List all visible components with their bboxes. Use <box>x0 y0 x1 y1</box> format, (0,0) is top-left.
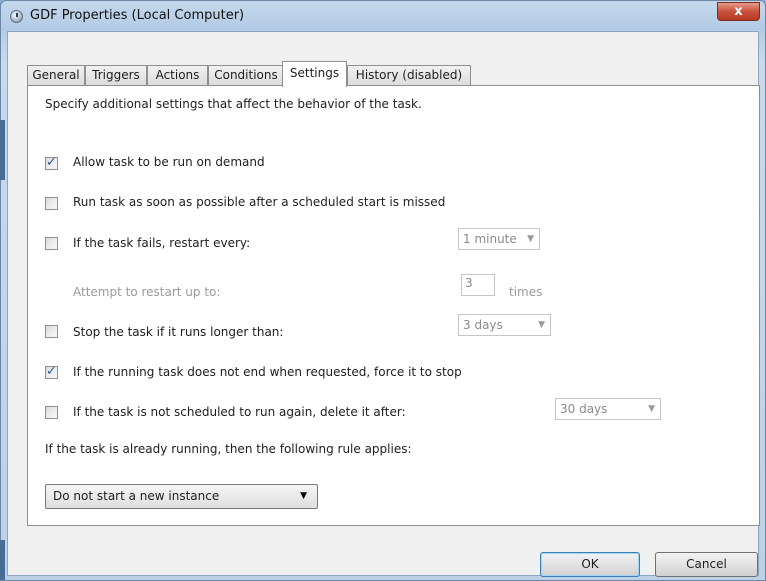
stop-if-longer-label: Stop the task if it runs longer than: <box>73 325 284 339</box>
tab-conditions[interactable]: Conditions <box>208 65 284 85</box>
tab-triggers[interactable]: Triggers <box>85 65 147 85</box>
tab-history[interactable]: History (disabled) <box>347 65 471 85</box>
force-stop-checkbox[interactable] <box>45 364 58 379</box>
run-asap-label: Run task as soon as possible after a sch… <box>73 195 446 209</box>
stop-duration-value: 3 days <box>463 318 503 332</box>
restart-on-fail-label: If the task fails, restart every: <box>73 236 251 250</box>
attempt-restart-spinner[interactable]: 3 <box>461 274 495 296</box>
rule-label: If the task is already running, then the… <box>45 442 412 456</box>
force-stop-label: If the running task does not end when re… <box>73 365 462 379</box>
delete-if-not-scheduled-checkbox[interactable] <box>45 406 58 419</box>
ok-button[interactable]: OK <box>540 552 640 577</box>
tab-settings[interactable]: Settings <box>282 61 347 87</box>
chevron-down-icon: ▼ <box>538 320 545 330</box>
tab-general[interactable]: General <box>27 65 85 85</box>
restart-interval-combo[interactable]: 1 minute ▼ <box>458 228 540 250</box>
title-bar[interactable]: GDF Properties (Local Computer) x <box>1 1 765 31</box>
run-asap-checkbox[interactable] <box>45 197 58 210</box>
attempt-restart-label: Attempt to restart up to: <box>73 285 221 299</box>
cancel-button[interactable]: Cancel <box>655 552 758 577</box>
close-button[interactable]: x <box>717 2 760 21</box>
delete-duration-combo[interactable]: 30 days ▼ <box>555 398 661 420</box>
allow-on-demand-label: Allow task to be run on demand <box>73 155 265 169</box>
task-scheduler-icon <box>10 10 23 23</box>
rule-dropdown-value: Do not start a new instance <box>53 489 220 503</box>
chevron-down-icon: ▼ <box>648 404 655 414</box>
chevron-down-icon: ▼ <box>527 234 534 244</box>
stop-duration-combo[interactable]: 3 days ▼ <box>458 314 551 336</box>
stop-if-longer-checkbox[interactable] <box>45 325 58 338</box>
rule-dropdown[interactable]: Do not start a new instance ▼ <box>45 484 318 509</box>
delete-if-not-scheduled-label: If the task is not scheduled to run agai… <box>73 405 406 419</box>
restart-on-fail-checkbox[interactable] <box>45 237 58 250</box>
settings-panel <box>27 85 760 526</box>
settings-intro: Specify additional settings that affect … <box>45 97 422 111</box>
restart-interval-value: 1 minute <box>463 232 517 246</box>
left-edge-strip-bottom <box>0 540 5 580</box>
window-title: GDF Properties (Local Computer) <box>30 8 245 23</box>
chevron-down-icon: ▼ <box>300 491 307 501</box>
allow-on-demand-checkbox[interactable] <box>45 155 58 170</box>
left-edge-strip <box>0 120 5 180</box>
tab-actions[interactable]: Actions <box>147 65 208 85</box>
delete-duration-value: 30 days <box>560 402 608 416</box>
attempt-restart-unit: times <box>509 285 543 299</box>
